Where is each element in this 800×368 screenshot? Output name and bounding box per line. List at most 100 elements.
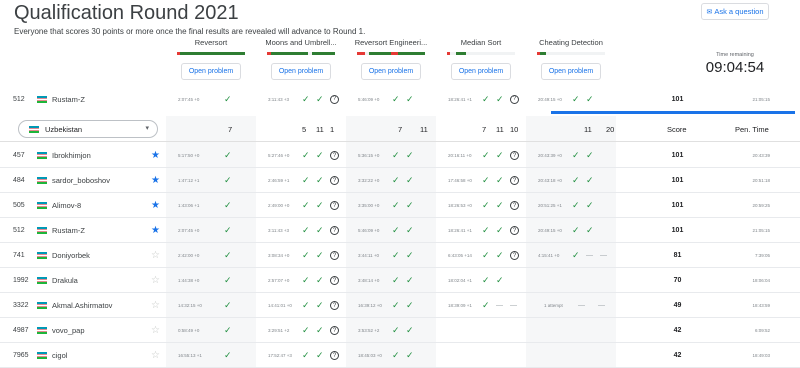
submission-time: 3:35:00 +0 <box>358 203 380 208</box>
submission-time: 3:29:51 +2 <box>268 328 290 333</box>
question-mark-icon: ? <box>330 351 339 360</box>
hidden-verdict-icon: ? <box>330 243 339 268</box>
hidden-verdict-icon: ? <box>510 218 519 243</box>
country-filter-value: Uzbekistan <box>45 124 83 134</box>
table-row: 3322 Akmal.Ashirmatov ☆ 14:32:15 +0 ✓ 14:41:0… <box>0 293 800 318</box>
checkmark-icon: ✓ <box>496 275 504 285</box>
hidden-verdict-icon: ? <box>330 168 339 193</box>
checkmark-icon: ✓ <box>482 175 490 185</box>
checkmark-icon: ✓ <box>316 200 324 210</box>
solve-count: 11 <box>420 124 428 134</box>
solve-count: 11 <box>316 124 324 134</box>
hidden-verdict-icon: ? <box>330 193 339 218</box>
checkmark-icon: ✓ <box>496 225 504 235</box>
checkmark-icon: ✓ <box>302 150 310 160</box>
not-attempted-mark: — <box>578 302 585 309</box>
submission-time: 1:47:12 +1 <box>178 178 200 183</box>
favorite-star-icon[interactable]: ☆ <box>151 243 160 268</box>
hidden-verdict-icon: ? <box>510 193 519 218</box>
hidden-verdict-icon: ? <box>330 293 339 318</box>
favorite-star-icon[interactable]: ★ <box>151 193 160 218</box>
checkmark-icon: ✓ <box>586 175 594 185</box>
rank: 457 <box>13 152 25 159</box>
checkmark-icon: ✓ <box>316 300 324 310</box>
favorite-star-icon[interactable]: ☆ <box>151 268 160 293</box>
favorite-star-icon[interactable]: ☆ <box>151 293 160 318</box>
hidden-verdict-icon: ? <box>330 89 339 109</box>
bar-segment <box>369 52 391 55</box>
hidden-verdict-icon: ? <box>330 343 339 368</box>
checkmark-icon: ✓ <box>392 325 400 335</box>
ask-question-button[interactable]: ✉ Ask a question <box>701 3 769 20</box>
checkmark-icon: ✓ <box>224 225 232 235</box>
checkmark-icon: ✓ <box>496 150 504 160</box>
checkmark-icon: ✓ <box>586 150 594 160</box>
checkmark-icon: ✓ <box>406 93 414 104</box>
favorite-star-icon[interactable]: ★ <box>151 218 160 243</box>
problem-header: Cheating Detection Open problem <box>526 38 616 80</box>
country-filter-dropdown[interactable]: Uzbekistan ▾ <box>18 120 158 138</box>
question-mark-icon: ? <box>330 301 339 310</box>
submission-time: 20:49:15 +0 <box>538 96 562 102</box>
open-problem-button[interactable]: Open problem <box>541 63 601 80</box>
time-remaining-label: Time remaining <box>716 52 754 58</box>
open-problem-button[interactable]: Open problem <box>361 63 421 80</box>
username-link[interactable]: vovo_pap <box>52 318 85 343</box>
page-title: Qualification Round 2021 <box>14 2 239 24</box>
checkmark-icon: ✓ <box>224 175 232 185</box>
page-subtitle: Everyone that scores 30 points or more o… <box>14 27 366 36</box>
submission-time: 2:07:45 +0 <box>178 96 200 102</box>
problem-name: Cheating Detection <box>539 38 603 47</box>
submission-time: 1:43:06 +1 <box>178 203 200 208</box>
username-link[interactable]: Ibrokhimjon <box>52 143 91 168</box>
submission-time: 3:48:14 +0 <box>358 278 380 283</box>
submission-time: 4:15:41 +0 <box>538 253 560 258</box>
favorite-star-icon[interactable]: ☆ <box>151 343 160 368</box>
checkmark-icon: ✓ <box>224 275 232 285</box>
table-header: Uzbekistan ▾ 7 5 11 1 7 11 7 11 10 11 20 Score Pen. … <box>0 116 800 142</box>
chevron-down-icon: ▾ <box>145 125 149 132</box>
checkmark-icon: ✓ <box>586 225 594 235</box>
score: 101 <box>671 227 684 234</box>
username-link[interactable]: Alimov-8 <box>52 193 81 218</box>
checkmark-icon: ✓ <box>572 225 580 235</box>
open-problem-button[interactable]: Open problem <box>451 63 511 80</box>
submission-time: 3:08:34 +0 <box>268 253 290 258</box>
hidden-verdict-icon: ? <box>330 143 339 168</box>
submission-time: 0:58:49 +0 <box>178 328 200 333</box>
checkmark-icon: ✓ <box>406 350 414 360</box>
favorite-star-icon[interactable]: ★ <box>151 168 160 193</box>
username-link[interactable]: Akmal.Ashirmatov <box>52 293 112 318</box>
username-link[interactable]: cigol <box>52 343 67 368</box>
table-row: 505 Alimov-8 ★ 1:43:06 +1 ✓ 2:49:00 +0 ✓ ✓? 3:35… <box>0 193 800 218</box>
checkmark-icon: ✓ <box>406 325 414 335</box>
username-link[interactable]: Rustam-Z <box>52 218 85 243</box>
username-link[interactable]: Doniyorbek <box>52 243 90 268</box>
penalty-time: 18:49:03 <box>752 353 770 358</box>
username-link[interactable]: Rustam-Z <box>52 89 85 109</box>
username-link[interactable]: sardor_boboshov <box>52 168 110 193</box>
favorite-star-icon[interactable]: ☆ <box>151 318 160 343</box>
open-problem-button[interactable]: Open problem <box>271 63 331 80</box>
problem-name: Moons and Umbrell... <box>265 38 337 47</box>
uzbekistan-flag-icon <box>37 177 47 184</box>
submission-time: 5:46:09 +0 <box>358 228 380 233</box>
question-mark-icon: ? <box>330 226 339 235</box>
table-row: 484 sardor_boboshov ★ 1:47:12 +1 ✓ 2:46:59 +1… <box>0 168 800 193</box>
checkmark-icon: ✓ <box>496 93 504 104</box>
submission-time: 14:32:15 +0 <box>178 303 202 308</box>
open-problem-button[interactable]: Open problem <box>181 63 241 80</box>
favorite-star-icon[interactable]: ★ <box>151 143 160 168</box>
problem-solve-bar <box>357 52 425 55</box>
table-row: 1992 Drakula ☆ 1:44:38 +0 ✓ 2:57:07 +0 ✓ ✓? 3:48… <box>0 268 800 293</box>
submission-time: 2:07:45 +0 <box>178 228 200 233</box>
checkmark-icon: ✓ <box>406 300 414 310</box>
checkmark-icon: ✓ <box>482 250 490 260</box>
checkmark-icon: ✓ <box>406 200 414 210</box>
submission-time: 1 attempt <box>544 303 563 308</box>
username-link[interactable]: Drakula <box>52 268 78 293</box>
question-mark-icon: ? <box>510 176 519 185</box>
checkmark-icon: ✓ <box>496 175 504 185</box>
checkmark-icon: ✓ <box>302 350 310 360</box>
problem-solve-bar <box>447 52 515 55</box>
